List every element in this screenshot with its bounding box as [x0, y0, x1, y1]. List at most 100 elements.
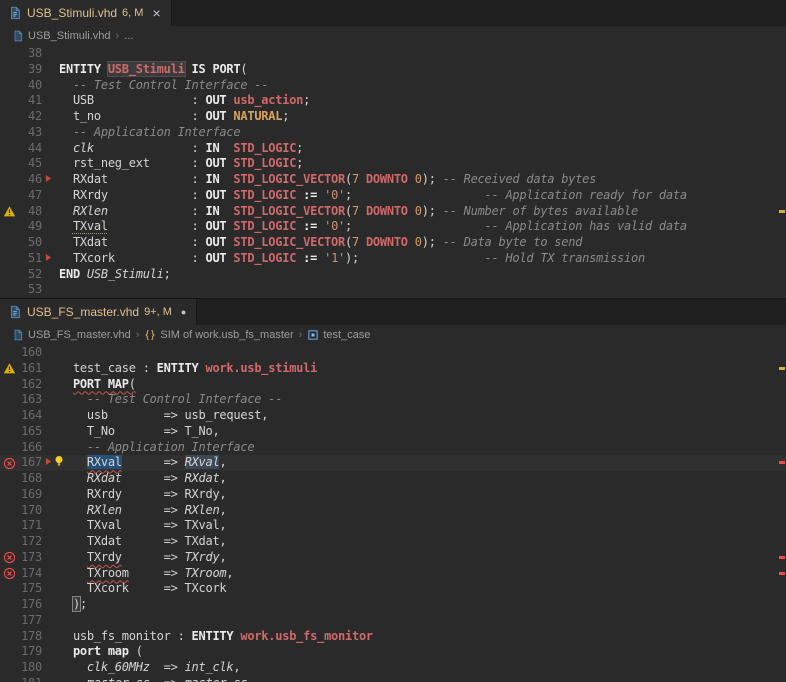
- tab-dirty-indicator[interactable]: ●: [181, 307, 186, 317]
- code-token: ENTITY: [59, 62, 108, 76]
- breadcrumb-file[interactable]: USB_FS_master.vhd: [12, 329, 131, 341]
- gutter-spacer: [0, 141, 18, 157]
- line-number: 53: [18, 282, 42, 298]
- glyph-margin: [42, 597, 59, 613]
- code-token: [199, 361, 206, 375]
- code-line[interactable]: 166 -- Application Interface: [0, 440, 786, 456]
- code-token: );: [345, 251, 485, 265]
- gutter-spacer: [0, 644, 18, 660]
- overview-ruler: [778, 46, 786, 298]
- line-number: 161: [18, 361, 42, 377]
- breadcrumb-ellipsis[interactable]: ...: [124, 30, 133, 42]
- code-line[interactable]: 51 TXcork : OUT STD_LOGIC := '1'); -- Ho…: [0, 251, 786, 267]
- code-token: TXdat => TXdat,: [59, 534, 226, 548]
- code-line[interactable]: 47 RXrdy : OUT STD_LOGIC := '0'; -- Appl…: [0, 188, 786, 204]
- code-line[interactable]: 43 -- Application Interface: [0, 125, 786, 141]
- glyph-margin: [42, 534, 59, 550]
- code-line[interactable]: 45 rst_neg_ext : OUT STD_LOGIC;: [0, 156, 786, 172]
- tab-close-button[interactable]: ×: [152, 6, 160, 20]
- glyph-margin: [42, 581, 59, 597]
- code-token: USB_Stimuli: [87, 267, 164, 281]
- code-line[interactable]: 178 usb_fs_monitor : ENTITY work.usb_fs_…: [0, 629, 786, 645]
- code-line[interactable]: 170 RXlen => RXlen,: [0, 503, 786, 519]
- breadcrumb-file[interactable]: USB_Stimuli.vhd: [12, 30, 111, 42]
- code-line[interactable]: 50 TXdat : OUT STD_LOGIC_VECTOR(7 DOWNTO…: [0, 235, 786, 251]
- breadcrumb-symbol-test-case[interactable]: test_case: [307, 329, 370, 341]
- code-token: [59, 455, 87, 469]
- code-text: TXrdy => TXrdy,: [59, 550, 226, 566]
- code-token: STD_LOGIC_VECTOR: [233, 204, 345, 218]
- code-line[interactable]: 53: [0, 282, 786, 298]
- code-token: ;: [345, 188, 485, 202]
- code-line[interactable]: 48 RXlen : IN STD_LOGIC_VECTOR(7 DOWNTO …: [0, 204, 786, 220]
- code-token: [59, 503, 87, 517]
- tab-bar-bottom: USB_FS_master.vhd 9+, M ●: [0, 299, 786, 325]
- code-line[interactable]: 164 usb => usb_request,: [0, 408, 786, 424]
- code-line[interactable]: 46 RXdat : IN STD_LOGIC_VECTOR(7 DOWNTO …: [0, 172, 786, 188]
- line-number: 50: [18, 235, 42, 251]
- code-line[interactable]: 168 RXdat => RXdat,: [0, 471, 786, 487]
- breadcrumb-label: ...: [124, 30, 133, 42]
- gutter-spacer: [0, 62, 18, 78]
- code-line[interactable]: 176 );: [0, 597, 786, 613]
- code-line[interactable]: 174 TXroom => TXroom,: [0, 566, 786, 582]
- code-token: ,: [247, 676, 254, 682]
- code-token: ,: [219, 503, 226, 517]
- code-line[interactable]: 167 RXval => RXval,: [0, 455, 786, 471]
- code-token: usb => usb_request,: [59, 408, 268, 422]
- editor-group-bottom: USB_FS_master.vhd 9+, M ● USB_FS_master.…: [0, 298, 786, 682]
- gutter-spacer: [0, 188, 18, 204]
- code-token: master_ss: [87, 676, 150, 682]
- code-token: DOWNTO: [366, 172, 408, 186]
- code-token: [59, 597, 73, 611]
- code-line[interactable]: 165 T_No => T_No,: [0, 424, 786, 440]
- code-line[interactable]: 163 -- Test Control Interface --: [0, 392, 786, 408]
- code-line[interactable]: 177: [0, 613, 786, 629]
- code-line[interactable]: 39ENTITY USB_Stimuli IS PORT(: [0, 62, 786, 78]
- code-line[interactable]: 42 t_no : OUT NATURAL;: [0, 109, 786, 125]
- code-token: (: [345, 235, 352, 249]
- glyph-margin: [42, 471, 59, 487]
- line-number: 51: [18, 251, 42, 267]
- code-lines: 3839ENTITY USB_Stimuli IS PORT(40 -- Tes…: [0, 46, 786, 298]
- code-token: -- Hold TX transmission: [485, 251, 645, 265]
- line-number: 165: [18, 424, 42, 440]
- code-token: STD_LOGIC_VECTOR: [233, 235, 345, 249]
- tab-usb-stimuli[interactable]: USB_Stimuli.vhd 6, M ×: [0, 0, 172, 26]
- code-line[interactable]: 41 USB : OUT usb_action;: [0, 93, 786, 109]
- code-line[interactable]: 38: [0, 46, 786, 62]
- code-line[interactable]: 171 TXval => TXval,: [0, 518, 786, 534]
- code-token: [59, 660, 87, 674]
- glyph-margin: [42, 267, 59, 283]
- code-line[interactable]: 179 port map (: [0, 644, 786, 660]
- code-line[interactable]: 162 PORT MAP(: [0, 377, 786, 393]
- gutter-spacer: [0, 235, 18, 251]
- code-line[interactable]: 52END USB_Stimuli;: [0, 267, 786, 283]
- code-token: '1': [324, 251, 345, 265]
- code-editor-bottom[interactable]: 160161 test_case : ENTITY work.usb_stimu…: [0, 345, 786, 682]
- code-line[interactable]: 49 TXval : OUT STD_LOGIC := '0'; -- Appl…: [0, 219, 786, 235]
- code-token: ,: [219, 455, 226, 469]
- gutter-spacer: [0, 172, 18, 188]
- code-line[interactable]: 161 test_case : ENTITY work.usb_stimuli: [0, 361, 786, 377]
- code-token: [59, 377, 73, 391]
- code-line[interactable]: 173 TXrdy => TXrdy,: [0, 550, 786, 566]
- code-line[interactable]: 169 RXrdy => RXrdy,: [0, 487, 786, 503]
- code-text: TXcork => TXcork: [59, 581, 226, 597]
- code-line[interactable]: 181 master_ss => master_ss,: [0, 676, 786, 682]
- code-line[interactable]: 175 TXcork => TXcork: [0, 581, 786, 597]
- code-token: ;: [80, 597, 87, 611]
- breadcrumb-symbol-architecture[interactable]: SIM of work.usb_fs_master: [144, 329, 293, 341]
- code-editor-top[interactable]: 3839ENTITY USB_Stimuli IS PORT(40 -- Tes…: [0, 46, 786, 298]
- code-line[interactable]: 180 clk_60MHz => int_clk,: [0, 660, 786, 676]
- code-line[interactable]: 40 -- Test Control Interface --: [0, 78, 786, 94]
- line-number: 40: [18, 78, 42, 94]
- line-number: 43: [18, 125, 42, 141]
- code-token: work.usb_stimuli: [206, 361, 318, 375]
- glyph-margin: [42, 629, 59, 645]
- code-line[interactable]: 160: [0, 345, 786, 361]
- code-line[interactable]: 172 TXdat => TXdat,: [0, 534, 786, 550]
- tab-usb-fs-master[interactable]: USB_FS_master.vhd 9+, M ●: [0, 299, 197, 325]
- code-token: ,: [219, 471, 226, 485]
- code-line[interactable]: 44 clk : IN STD_LOGIC;: [0, 141, 786, 157]
